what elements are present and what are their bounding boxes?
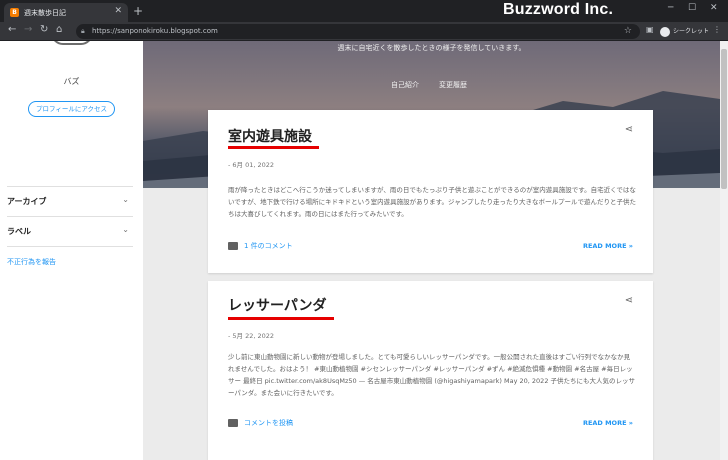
comment-icon: [228, 419, 238, 427]
post-date: - 5月 22, 2022: [228, 332, 275, 340]
sidebar-divider: [7, 246, 133, 247]
bookmark-star-icon[interactable]: ☆: [624, 24, 632, 39]
nav-link-about[interactable]: 自己紹介: [391, 80, 419, 90]
title-underline: [228, 317, 334, 320]
post-card: 室内遊具施設 ⋖ - 6月 01, 2022 雨が降ったときはどこへ行こうか迷っ…: [208, 110, 653, 273]
incognito-label: シークレット: [673, 28, 710, 35]
incognito-icon: [660, 26, 670, 37]
side-panel-icon[interactable]: ▣: [646, 25, 654, 34]
nav-link-changelog[interactable]: 変更履歴: [439, 80, 467, 90]
close-tab-icon[interactable]: ✕: [114, 6, 122, 16]
page-viewport: 週末に自宅近くを散歩したときの様子を発信していきます。 自己紹介 変更履歴 バズ…: [0, 41, 728, 460]
archive-section[interactable]: アーカイブ ⌄: [7, 195, 133, 207]
comments-link[interactable]: 1 件のコメント: [228, 241, 293, 251]
forward-icon[interactable]: →: [24, 24, 32, 35]
home-icon[interactable]: ⌂: [56, 24, 62, 35]
blog-description: 週末に自宅近くを散歩したときの様子を発信していきます。: [337, 44, 526, 52]
post-date: - 6月 01, 2022: [228, 161, 275, 169]
blogger-favicon-icon: B: [10, 8, 19, 17]
view-profile-button[interactable]: プロフィールにアクセス: [28, 101, 115, 117]
scrollbar-thumb[interactable]: [721, 49, 727, 189]
minimize-icon[interactable]: ─: [668, 3, 673, 13]
url-text: https://sanponokiroku.blogspot.com: [92, 27, 218, 35]
sidebar-divider: [7, 216, 133, 217]
sidebar-divider: [7, 186, 133, 187]
post-comment-link[interactable]: コメントを投稿: [228, 418, 293, 428]
tab-title: 週末散歩日記: [24, 8, 66, 17]
back-icon[interactable]: ←: [8, 24, 16, 35]
page-scrollbar[interactable]: [720, 41, 728, 460]
post-title[interactable]: レッサーパンダ: [228, 295, 327, 315]
reload-icon[interactable]: ↻: [40, 24, 48, 35]
profile-avatar[interactable]: [51, 41, 93, 45]
post-card: レッサーパンダ ⋖ - 5月 22, 2022 少し前に東山動物園に新しい動物が…: [208, 281, 653, 460]
share-icon[interactable]: ⋖: [625, 124, 633, 135]
title-underline: [228, 146, 319, 149]
sidebar: バズ プロフィールにアクセス アーカイブ ⌄ ラベル ⌄ 不正行為を報告: [0, 41, 143, 460]
browser-toolbar: ← → ↻ ⌂ 🔒︎ https://sanponokiroku.blogspo…: [0, 22, 728, 41]
menu-kebab-icon[interactable]: ⋮: [713, 25, 721, 34]
post-title[interactable]: 室内遊具施設: [228, 126, 312, 146]
post-snippet: 少し前に東山動物園に新しい動物が登場しました。とても可愛らしいレッサーパンダです…: [228, 353, 636, 397]
read-more-link[interactable]: READ MORE »: [583, 419, 633, 427]
comment-label: コメントを投稿: [244, 419, 293, 427]
close-window-icon[interactable]: ✕: [710, 3, 718, 13]
post-snippet: 雨が降ったときはどこへ行こうか迷ってしまいますが、雨の日でもたっぷり子供と遊ぶこ…: [228, 186, 637, 218]
comment-count: 1 件のコメント: [244, 242, 293, 250]
report-abuse-link[interactable]: 不正行為を報告: [7, 257, 56, 267]
lock-icon: 🔒︎: [81, 27, 85, 35]
chevron-down-icon: ⌄: [122, 225, 129, 234]
read-more-link[interactable]: READ MORE »: [583, 242, 633, 250]
archive-label: アーカイブ: [7, 197, 47, 206]
share-icon[interactable]: ⋖: [625, 295, 633, 306]
comment-icon: [228, 242, 238, 250]
brand-watermark: Buzzword Inc.: [503, 1, 614, 18]
tab-strip: B 週末散歩日記 ✕ + Buzzword Inc. ─ ☐ ✕: [0, 0, 728, 22]
labels-label: ラベル: [7, 227, 31, 236]
maximize-icon[interactable]: ☐: [688, 3, 696, 13]
chevron-down-icon: ⌄: [122, 195, 129, 204]
browser-tab[interactable]: B 週末散歩日記 ✕: [4, 3, 128, 22]
profile-name: バズ: [63, 77, 80, 86]
browser-window: B 週末散歩日記 ✕ + Buzzword Inc. ─ ☐ ✕ ← → ↻ ⌂…: [0, 0, 728, 460]
address-bar[interactable]: 🔒︎ https://sanponokiroku.blogspot.com ☆: [76, 24, 640, 39]
incognito-profile[interactable]: シークレット: [660, 25, 710, 38]
labels-section[interactable]: ラベル ⌄: [7, 225, 133, 237]
new-tab-icon[interactable]: +: [133, 4, 143, 18]
